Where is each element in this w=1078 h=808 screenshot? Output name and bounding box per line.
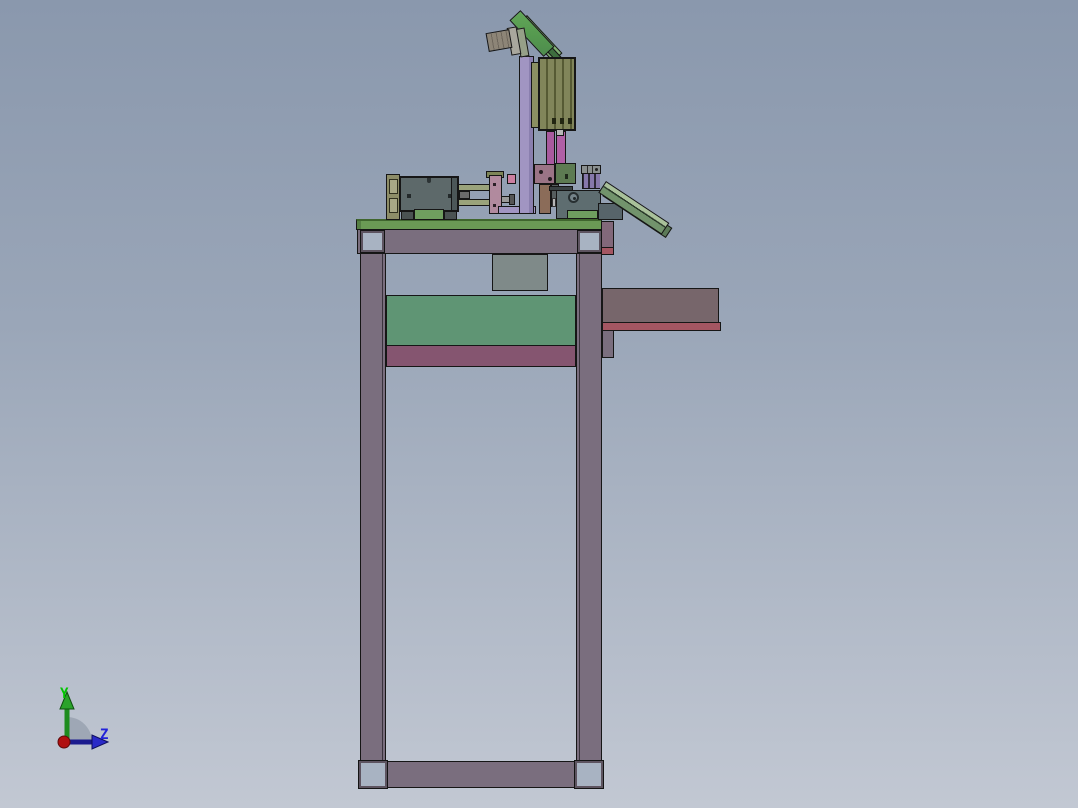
rod-connector	[556, 129, 564, 136]
frame-leg-left[interactable]	[360, 253, 386, 763]
frame-leg-right[interactable]	[576, 253, 602, 763]
axis-triad: Y Z	[57, 686, 110, 750]
motor-end-cap	[451, 178, 457, 210]
tabletop-left-edge	[357, 221, 361, 229]
x-axis-origin-dot	[57, 735, 71, 749]
manifold-line-1	[587, 166, 588, 173]
piston-rod-left[interactable]	[546, 131, 555, 167]
knob-center	[573, 197, 576, 200]
motor-foot-dark-right	[444, 211, 457, 220]
pneumatic-cylinder[interactable]	[538, 57, 576, 131]
guide-rod-upper[interactable]	[458, 184, 491, 191]
valve-columns[interactable]	[582, 173, 600, 189]
spindle-motor[interactable]	[485, 29, 513, 52]
frame-top-beam[interactable]	[357, 229, 602, 254]
bracket-notch-top	[389, 179, 398, 194]
plate-bolt-1	[493, 183, 496, 186]
adjust-knob[interactable]	[568, 192, 579, 203]
green-block-mark	[565, 174, 568, 179]
valve-col-1	[584, 174, 588, 188]
cylinder-notch-3	[568, 118, 572, 124]
valve-col-2	[590, 174, 594, 188]
triad-arc	[67, 717, 92, 742]
bracket-notch-bottom	[389, 198, 398, 213]
shelf-red-rail[interactable]	[602, 322, 721, 331]
gripper-block-brown[interactable]	[534, 164, 555, 184]
guide-rod-lower[interactable]	[458, 199, 491, 206]
cylinder-notch-1	[552, 118, 556, 124]
gripper-hole-1	[539, 170, 543, 174]
leg-right-inner-edge	[579, 254, 580, 762]
plate-bolt-2	[493, 204, 496, 207]
manifold-line-2	[592, 166, 593, 173]
frame-foot-left[interactable]	[359, 761, 387, 788]
frame-bottom-beam[interactable]	[360, 761, 602, 788]
cylinder-notch-2	[560, 118, 564, 124]
frame-foot-right[interactable]	[575, 761, 603, 788]
motor-top-port	[427, 178, 431, 183]
leg-left-inner-edge	[382, 254, 383, 762]
gripper-block-green[interactable]	[555, 163, 576, 184]
pink-clamp-block[interactable]	[507, 174, 516, 184]
motor-body[interactable]	[399, 176, 459, 212]
y-axis-label: Y	[60, 686, 69, 702]
motor-bolt-left	[407, 194, 411, 198]
valve-col-3	[596, 174, 600, 188]
shaft-tip	[509, 194, 515, 205]
motor-bracket[interactable]	[386, 174, 400, 220]
base-green-plate[interactable]	[567, 210, 598, 219]
shelf-upright-strip[interactable]	[601, 221, 614, 255]
motor-foot-plate[interactable]	[414, 209, 444, 220]
control-gray-box[interactable]	[492, 254, 548, 291]
piston-rod-right[interactable]	[556, 131, 566, 167]
shelf-strip-red-edge	[602, 247, 613, 254]
rod-coupling	[459, 191, 470, 199]
z-axis-label: Z	[100, 727, 108, 743]
shelf-lower-block[interactable]	[602, 330, 614, 358]
cad-viewport[interactable]: Y Z	[0, 0, 1078, 808]
frame-corner-bracket-right[interactable]	[578, 231, 601, 252]
frame-corner-bracket-left[interactable]	[361, 231, 384, 252]
manifold-dot	[595, 168, 598, 171]
inner-green-panel[interactable]	[386, 295, 576, 346]
gripper-hole-2	[548, 177, 552, 181]
inner-maroon-panel[interactable]	[386, 345, 576, 367]
shelf-beam[interactable]	[602, 288, 719, 323]
motor-foot-dark-left	[401, 211, 414, 220]
